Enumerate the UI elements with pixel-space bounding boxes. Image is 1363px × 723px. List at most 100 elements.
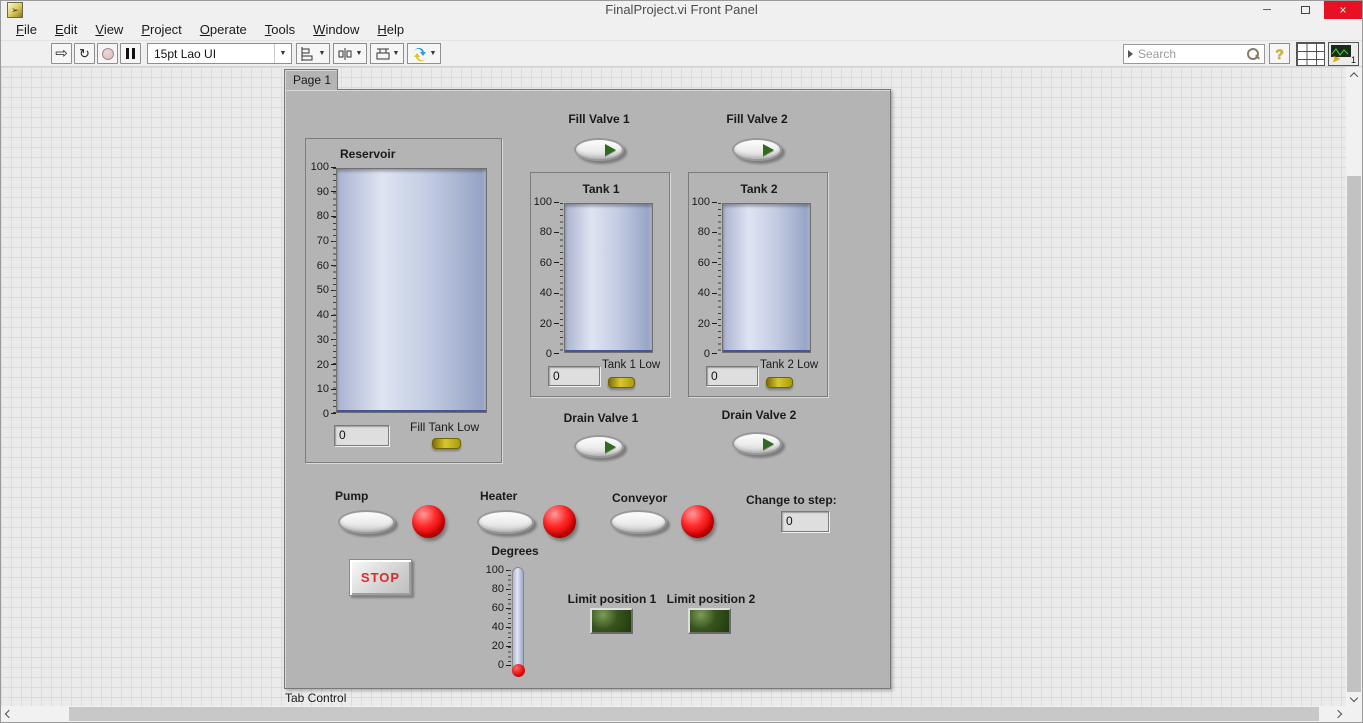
stop-button[interactable]: STOP [349,559,412,596]
reservoir-title: Reservoir [340,147,395,161]
pump-label: Pump [335,489,368,503]
run-arrow-icon: ⇨ [55,46,68,61]
tab-page-1[interactable]: Page 1 [284,69,338,90]
degrees-thermometer [512,567,524,673]
limit-position-2-led [688,608,731,634]
pause-button[interactable] [120,43,141,64]
chevron-down-icon: ▼ [356,50,363,57]
distribute-objects-button[interactable]: ▼ [333,43,367,64]
horizontal-scrollbar-thumb[interactable] [69,707,1319,721]
reservoir-tank-indicator [336,168,487,413]
target-count: 1 [1351,55,1356,65]
heater-switch[interactable] [477,510,534,534]
pump-switch[interactable] [338,510,395,534]
resize-objects-button[interactable]: ▼ [370,43,404,64]
fill-tank-low-label: Fill Tank Low [410,420,479,434]
drain-valve-1-label: Drain Valve 1 [564,411,639,425]
chevron-down-icon: ▼ [393,50,400,57]
tank2-value: 0 [706,366,758,386]
valve-arrow-icon [763,144,774,156]
degrees-label: Degrees [491,544,538,558]
reservoir-scale: 1009080706050403020100 [306,161,336,420]
scrollbar-corner [1346,706,1362,722]
reorder-objects-button[interactable]: ▼ [407,43,441,64]
fill-tank-low-led [432,438,461,449]
vertical-scrollbar[interactable] [1346,67,1362,706]
reorder-objects-icon [412,47,428,61]
menu-project[interactable]: Project [132,20,190,39]
tank1-scale: 100806040200 [531,196,559,360]
execution-target-icon[interactable]: ➤ 1 [1328,42,1359,66]
distribute-objects-icon [338,47,354,61]
menu-window[interactable]: Window [304,20,368,39]
align-objects-button[interactable]: ▼ [296,43,330,64]
tank2-low-led [766,377,793,388]
tab-page-body: Fill Valve 1 Fill Valve 2 Reservoir 1009… [284,89,891,689]
maximize-icon [1301,6,1310,14]
resize-grid-icon[interactable] [1296,42,1325,66]
menu-edit[interactable]: Edit [46,20,86,39]
minimize-button[interactable]: ─ [1248,1,1286,19]
tank2-scale: 100806040200 [689,196,717,360]
front-panel-canvas: Page 1 Fill Valve 1 Fill Valve 2 Reservo… [1,67,1362,722]
scroll-right-arrow[interactable] [1330,706,1346,722]
drain-valve-1-switch[interactable] [574,435,624,458]
close-button[interactable]: × [1324,1,1362,19]
fill-valve-2-switch[interactable] [732,138,782,161]
tank2-indicator [722,203,811,353]
degrees-thermometer-bulb [512,664,525,677]
menu-view[interactable]: View [86,20,132,39]
tank2-panel: Tank 2 100806040200 0 Tank 2 Low [688,172,828,397]
scroll-left-arrow[interactable] [1,706,17,722]
run-continuously-button[interactable]: ↻ [74,43,95,64]
tank1-low-label: Tank 1 Low [602,359,660,371]
target-arrow-icon: ➤ [1332,54,1340,65]
run-button[interactable]: ⇨ [51,43,72,64]
reservoir-panel: Reservoir 1009080706050403020100 0 Fill … [305,138,502,463]
search-box[interactable]: Search [1123,44,1265,64]
menu-help[interactable]: Help [368,20,413,39]
limit-position-1-led [590,608,633,634]
tab-control-caption: Tab Control [285,691,346,705]
valve-arrow-icon [605,144,616,156]
tank1-minor-ticks [560,203,563,353]
menu-bar: File Edit View Project Operate Tools Win… [1,19,1362,41]
pause-icon [126,48,135,59]
tank1-title: Tank 1 [582,182,619,196]
run-continuously-icon: ↻ [79,46,90,62]
conveyor-led [681,505,714,538]
resize-objects-icon [375,47,391,61]
menu-tools[interactable]: Tools [256,20,304,39]
search-input[interactable]: Search [1136,47,1245,61]
horizontal-scrollbar[interactable] [1,706,1346,722]
maximize-button[interactable] [1286,1,1324,19]
change-to-step-label: Change to step: [746,493,837,507]
drain-valve-2-switch[interactable] [732,432,782,455]
abort-button[interactable] [97,43,118,64]
tank1-panel: Tank 1 100806040200 0 Tank 1 Low [530,172,670,397]
scroll-up-arrow[interactable] [1346,67,1362,83]
menu-file[interactable]: File [7,20,46,39]
fill-valve-1-switch[interactable] [574,138,624,161]
drain-valve-2-label: Drain Valve 2 [722,408,797,422]
heater-label: Heater [480,489,517,503]
vertical-scrollbar-thumb[interactable] [1347,176,1361,692]
tank2-title: Tank 2 [740,182,777,196]
tab-control: Page 1 Fill Valve 1 Fill Valve 2 Reservo… [284,69,891,691]
labview-window: ➢ FinalProject.vi Front Panel ─ × File E… [0,0,1363,723]
toolbar: ⇨ ↻ 15pt Lao UI ▼ ▼ ▼ [1,41,1362,67]
scroll-down-arrow[interactable] [1346,690,1362,706]
tank1-indicator [564,203,653,353]
tank2-minor-ticks [718,203,721,353]
chevron-down-icon: ▼ [274,44,291,63]
limit-position-2-label: Limit position 2 [667,592,756,606]
valve-arrow-icon [605,441,616,453]
heater-led [543,505,576,538]
search-scope-icon [1124,50,1136,58]
menu-operate[interactable]: Operate [191,20,256,39]
search-icon [1245,46,1261,62]
font-selector[interactable]: 15pt Lao UI ▼ [147,43,292,64]
conveyor-switch[interactable] [610,510,667,534]
change-to-step-input[interactable]: 0 [781,511,829,532]
context-help-button[interactable]: ? [1269,43,1290,64]
